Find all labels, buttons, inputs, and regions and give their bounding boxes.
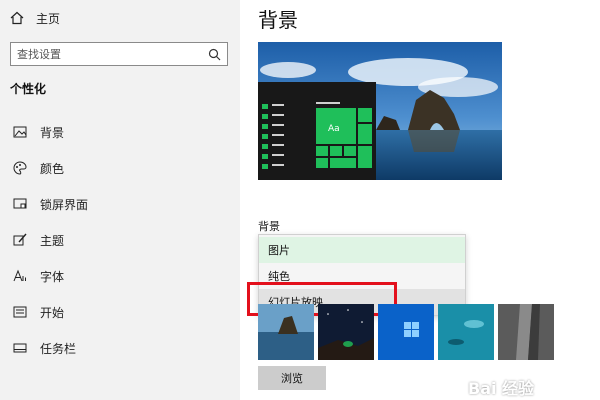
thumbnail-1[interactable] (258, 304, 314, 360)
sidebar-item-themes[interactable]: 主题 (0, 228, 240, 252)
sidebar-item-label: 字体 (40, 269, 65, 284)
search-placeholder: 查找设置 (17, 48, 61, 61)
settings-sidebar: 主页 查找设置 个性化 背景 颜色 锁屏界面 主题 字体 开始 任务栏 (0, 0, 240, 400)
sidebar-item-background[interactable]: 背景 (0, 120, 240, 144)
palette-icon (12, 160, 28, 176)
search-input[interactable]: 查找设置 (10, 42, 228, 66)
sidebar-item-colors[interactable]: 颜色 (0, 156, 240, 180)
sidebar-item-label: 任务栏 (40, 341, 77, 356)
background-preview: Aa (258, 42, 502, 180)
background-type-label: 背景 (258, 220, 280, 233)
dropdown-option-picture[interactable]: 图片 (259, 237, 465, 263)
thumbnail-5[interactable] (498, 304, 554, 360)
sidebar-item-taskbar[interactable]: 任务栏 (0, 336, 240, 360)
taskbar-icon (12, 340, 28, 356)
sidebar-item-fonts[interactable]: 字体 (0, 264, 240, 288)
browse-button[interactable]: 浏览 (258, 366, 326, 390)
sidebar-item-label: 主题 (40, 233, 65, 248)
sidebar-item-label: 开始 (40, 305, 65, 320)
thumbnail-2[interactable] (318, 304, 374, 360)
font-icon (12, 268, 28, 284)
preview-tile-text: Aa (328, 124, 340, 134)
picture-thumbnails (258, 304, 558, 360)
brush-icon (12, 232, 28, 248)
lock-screen-icon (12, 196, 28, 212)
sidebar-item-start[interactable]: 开始 (0, 300, 240, 324)
thumbnail-4[interactable] (438, 304, 494, 360)
sidebar-item-label: 颜色 (40, 161, 65, 176)
sidebar-item-lock-screen[interactable]: 锁屏界面 (0, 192, 240, 216)
thumbnail-3[interactable] (378, 304, 434, 360)
page-title: 背景 (258, 8, 298, 32)
watermark: Bai 经验 (468, 379, 535, 398)
sidebar-item-label: 锁屏界面 (40, 197, 89, 212)
picture-icon (12, 124, 28, 140)
sidebar-item-label: 背景 (40, 125, 65, 140)
home-label: 主页 (36, 11, 61, 26)
home-icon (10, 11, 24, 25)
home-nav-item[interactable]: 主页 (10, 8, 60, 28)
start-icon (12, 304, 28, 320)
search-icon[interactable] (207, 47, 221, 61)
section-title: 个性化 (10, 82, 47, 96)
